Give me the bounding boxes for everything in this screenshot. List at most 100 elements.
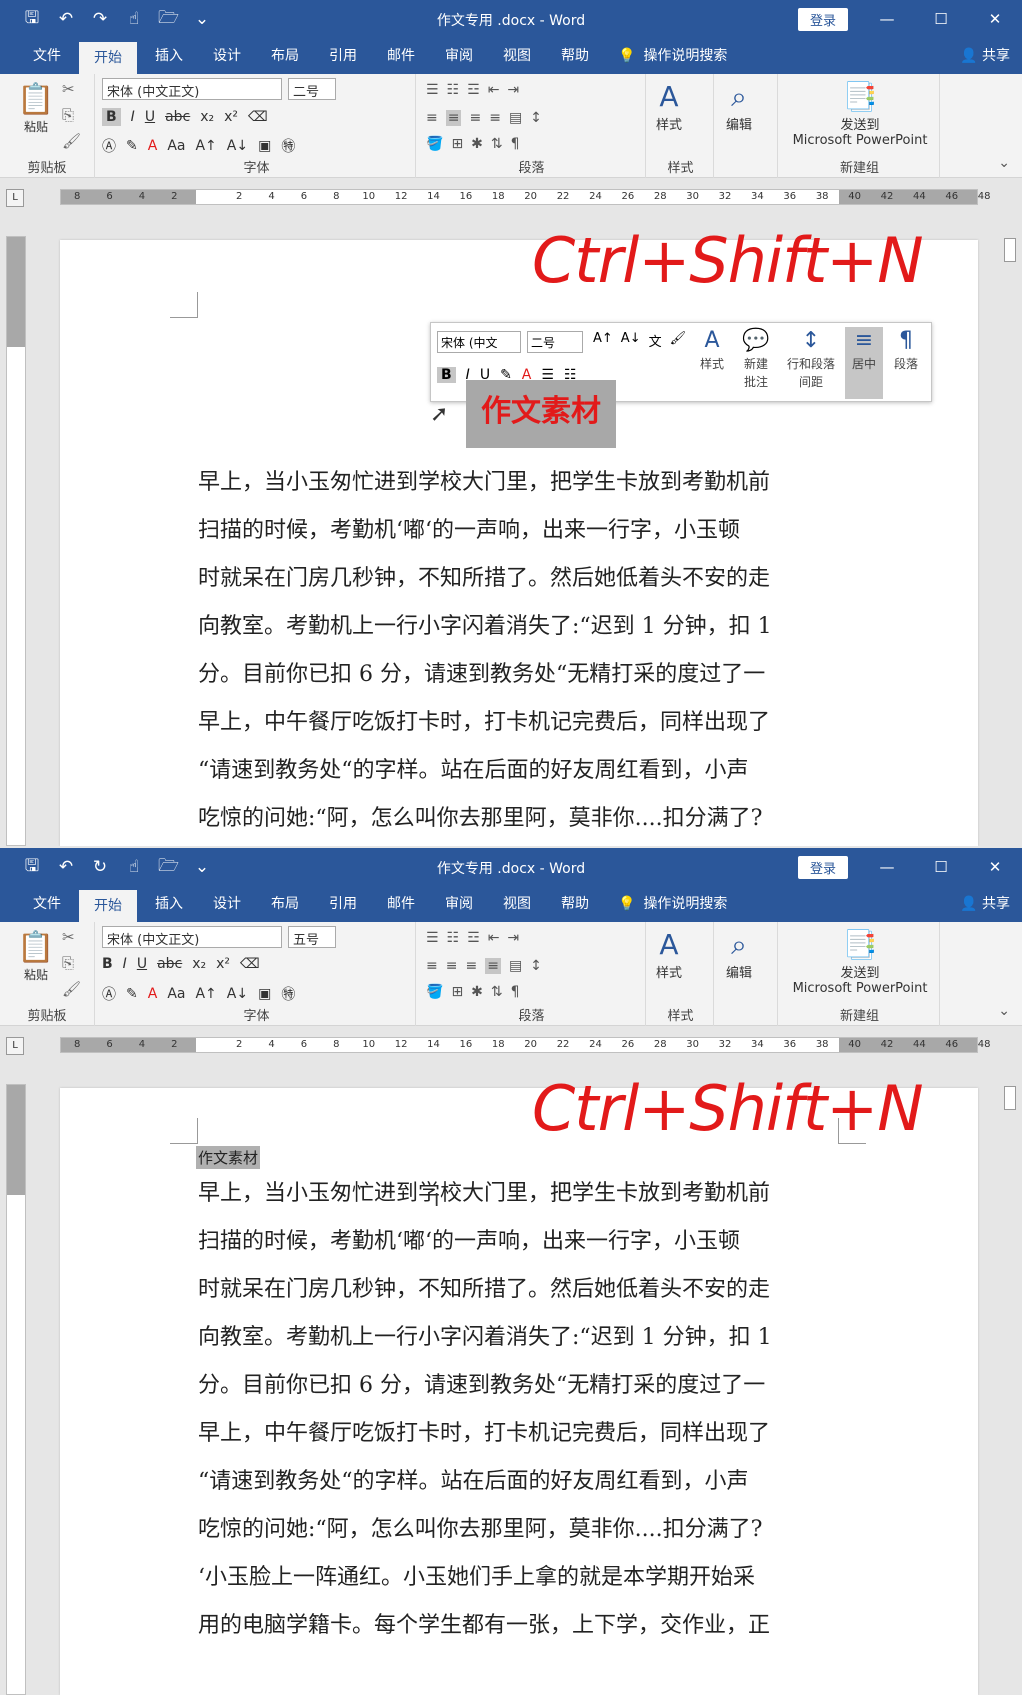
font-color-icon[interactable]: A bbox=[148, 138, 158, 154]
customize-qa-icon[interactable]: ⌄ bbox=[192, 9, 212, 29]
touch-mode-icon[interactable]: ☝ bbox=[124, 9, 144, 29]
highlight-icon[interactable]: ✎ bbox=[126, 138, 138, 154]
redo-icon[interactable]: ↷ bbox=[90, 9, 110, 29]
mini-line-spacing-button[interactable]: ↕ 行和段落 间距 bbox=[781, 327, 841, 391]
align-left-icon[interactable]: ≡ bbox=[426, 958, 438, 974]
justify-icon[interactable]: ≡ bbox=[489, 110, 501, 126]
cut-icon[interactable]: ✂ bbox=[62, 928, 81, 946]
font-size-dropdown[interactable]: 二号 bbox=[288, 78, 336, 100]
mini-new-comment-button[interactable]: 💬 新建 批注 bbox=[737, 327, 775, 391]
body-text[interactable]: 早上，当小玉匆忙进到学校大门里，把学生卡放到考勤机前 扫描的时候，考勤机‘嘟‘的… bbox=[198, 1170, 838, 1650]
strikethrough-button[interactable]: abc bbox=[165, 109, 190, 125]
tab-review[interactable]: 审阅 bbox=[430, 886, 488, 922]
show-marks-icon[interactable]: ¶ bbox=[511, 136, 520, 152]
increase-indent-icon[interactable]: ⇥ bbox=[507, 82, 519, 98]
tab-stop-selector[interactable]: L bbox=[6, 1037, 24, 1055]
superscript-button[interactable]: x² bbox=[216, 956, 230, 972]
paste-button[interactable]: 📋 粘贴 bbox=[10, 930, 62, 983]
distributed-icon[interactable]: ▤ bbox=[509, 958, 522, 974]
collapse-ribbon-icon[interactable]: ⌄ bbox=[998, 155, 1010, 171]
clear-format-icon[interactable]: ⌫ bbox=[248, 109, 268, 125]
align-left-icon[interactable]: ≡ bbox=[426, 110, 438, 126]
bold-button[interactable]: B bbox=[102, 108, 121, 126]
char-shading-icon[interactable]: ▣ bbox=[258, 138, 271, 154]
multilevel-list-icon[interactable]: ☲ bbox=[467, 82, 480, 98]
tab-insert[interactable]: 插入 bbox=[140, 886, 198, 922]
minimize-icon[interactable]: — bbox=[860, 0, 914, 38]
selected-heading[interactable]: 作文素材 bbox=[466, 380, 616, 448]
scrollbar-thumb[interactable] bbox=[1004, 238, 1016, 262]
repeat-icon[interactable]: ↻ bbox=[90, 857, 110, 877]
tell-me-search[interactable]: 💡 操作说明搜索 bbox=[618, 38, 727, 74]
send-to-ppt-button[interactable]: 📑 发送到 Microsoft PowerPoint bbox=[790, 928, 930, 996]
cut-icon[interactable]: ✂ bbox=[62, 80, 81, 98]
open-folder-icon[interactable]: 🗁 bbox=[158, 5, 179, 34]
mini-center-button[interactable]: ≡ 居中 bbox=[845, 327, 883, 399]
bold-button[interactable]: B bbox=[102, 956, 113, 972]
vertical-scrollbar[interactable] bbox=[1002, 1070, 1018, 1695]
save-icon[interactable]: 🖫 bbox=[22, 5, 42, 34]
tab-layout[interactable]: 布局 bbox=[256, 38, 314, 74]
grow-font-icon[interactable]: A↑ bbox=[195, 986, 216, 1002]
justify-icon[interactable]: ≡ bbox=[485, 958, 501, 974]
tab-mailings[interactable]: 邮件 bbox=[372, 38, 430, 74]
line-spacing-icon[interactable]: ↕ bbox=[530, 110, 542, 126]
tab-review[interactable]: 审阅 bbox=[430, 38, 488, 74]
show-marks-icon[interactable]: ¶ bbox=[511, 984, 520, 1000]
minimize-icon[interactable]: — bbox=[860, 848, 914, 886]
shrink-font-icon[interactable]: A↓ bbox=[227, 986, 248, 1002]
mini-font-dropdown[interactable]: 宋体 (中文 bbox=[437, 331, 521, 353]
document-page[interactable]: Ctrl+Shift+N 作文素材 早上，当小玉匆忙进到学校大门里，把学生卡放到… bbox=[60, 1072, 978, 1695]
font-color-icon[interactable]: A bbox=[148, 986, 158, 1002]
char-shading-icon[interactable]: ▣ bbox=[258, 986, 271, 1002]
sort-icon[interactable]: ⇅ bbox=[491, 136, 503, 152]
distributed-icon[interactable]: ▤ bbox=[509, 110, 522, 126]
bullets-icon[interactable]: ☰ bbox=[426, 82, 439, 98]
tab-references[interactable]: 引用 bbox=[314, 38, 372, 74]
underline-button[interactable]: U bbox=[137, 956, 147, 972]
ruler-bar[interactable]: 8 6 4 2 2 4 6 8 10 12 14 16 18 20 22 24 26 28 30 32 34 36 38 40… bbox=[60, 1037, 991, 1053]
mini-grow-font-icon[interactable]: A↑ bbox=[593, 331, 613, 350]
mini-format-painter-icon[interactable]: 🖌 bbox=[670, 331, 687, 350]
login-button[interactable]: 登录 bbox=[798, 856, 849, 879]
undo-icon[interactable]: ↶ bbox=[56, 9, 76, 29]
multilevel-list-icon[interactable]: ☲ bbox=[467, 930, 480, 946]
undo-icon[interactable]: ↶ bbox=[56, 857, 76, 877]
font-name-dropdown[interactable]: 宋体 (中文正文) bbox=[102, 78, 282, 100]
tab-design[interactable]: 设计 bbox=[198, 886, 256, 922]
change-case-icon[interactable]: Aa bbox=[167, 138, 185, 154]
font-name-dropdown[interactable]: 宋体 (中文正文) bbox=[102, 926, 282, 948]
italic-button[interactable]: I bbox=[123, 956, 127, 972]
enclose-char-icon[interactable]: ㊕ bbox=[281, 136, 295, 156]
tab-home[interactable]: 开始 bbox=[79, 42, 137, 74]
tab-view[interactable]: 视图 bbox=[488, 886, 546, 922]
increase-indent-icon[interactable]: ⇥ bbox=[507, 930, 519, 946]
close-icon[interactable]: ✕ bbox=[968, 848, 1022, 886]
maximize-icon[interactable]: ☐ bbox=[914, 0, 968, 38]
shading-icon[interactable]: 🪣 bbox=[426, 984, 443, 1000]
format-painter-icon[interactable]: 🖌 bbox=[62, 132, 81, 150]
underline-button[interactable]: U bbox=[145, 109, 155, 125]
tab-insert[interactable]: 插入 bbox=[140, 38, 198, 74]
send-to-ppt-button[interactable]: 📑 发送到 Microsoft PowerPoint bbox=[790, 80, 930, 148]
mini-shrink-font-icon[interactable]: A↓ bbox=[621, 331, 641, 350]
collapse-ribbon-icon[interactable]: ⌄ bbox=[998, 1003, 1010, 1019]
copy-icon[interactable]: ⎘ bbox=[62, 106, 81, 124]
line-spacing-icon[interactable]: ↕ bbox=[530, 958, 542, 974]
maximize-icon[interactable]: ☐ bbox=[914, 848, 968, 886]
align-right-icon[interactable]: ≡ bbox=[469, 110, 481, 126]
mini-size-dropdown[interactable]: 二号 bbox=[527, 331, 583, 353]
text-effects-icon[interactable]: Ⓐ bbox=[102, 984, 116, 1004]
subscript-button[interactable]: x₂ bbox=[200, 109, 214, 125]
edit-button[interactable]: ⌕ 编辑 bbox=[726, 928, 752, 981]
tab-layout[interactable]: 布局 bbox=[256, 886, 314, 922]
shading-icon[interactable]: 🪣 bbox=[426, 136, 443, 152]
save-icon[interactable]: 🖫 bbox=[22, 853, 42, 882]
mini-paragraph-button[interactable]: ¶ 段落 bbox=[887, 327, 925, 373]
decrease-indent-icon[interactable]: ⇤ bbox=[488, 930, 500, 946]
normal-heading-text[interactable]: 作文素材 bbox=[196, 1146, 261, 1169]
tab-view[interactable]: 视图 bbox=[488, 38, 546, 74]
align-center-icon[interactable]: ≡ bbox=[445, 110, 462, 126]
tab-stop-selector[interactable]: L bbox=[6, 189, 24, 207]
sort-icon[interactable]: ⇅ bbox=[491, 984, 503, 1000]
